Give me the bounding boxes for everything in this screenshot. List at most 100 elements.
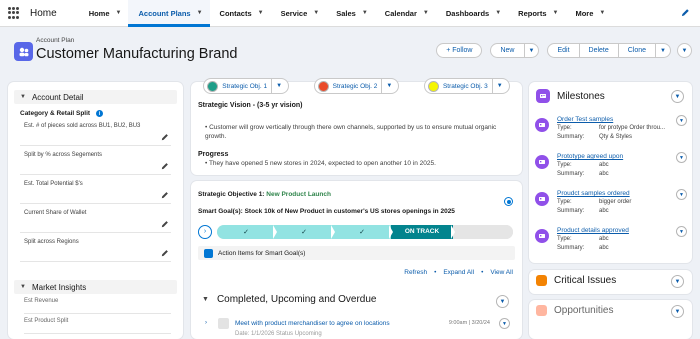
delete-button[interactable]: Delete [578,43,619,58]
type-label: Type: [557,125,572,131]
opportunities-header: Opportunities [536,305,613,316]
summary-value: abc [599,208,609,214]
chevron-right-icon[interactable]: › [205,320,207,326]
chevron-down-icon[interactable]: ▼ [493,83,507,89]
path-stage-current[interactable]: ON TRACK [391,224,455,239]
critical-issues-menu-button[interactable]: ▼ [671,275,684,288]
milestone-icon [535,155,549,169]
objective-pill-2[interactable]: Strategic Obj. 2 ▼ [313,78,400,94]
tab-label: Reports [518,8,547,18]
objective-selector: Strategic Obj. 1 ▼ Strategic Obj. 2 ▼ St… [191,78,522,96]
tab-calendar[interactable]: Calendar ▼ [375,0,436,27]
pencil-icon[interactable] [161,191,169,199]
milestone-menu-button[interactable]: ▼ [676,115,687,126]
path-stage-complete[interactable]: ✓ [275,224,335,239]
milestones-title: Milestones [557,90,605,102]
pencil-icon[interactable] [161,220,169,228]
edit-button[interactable]: Edit [547,43,580,58]
chevron-down-icon[interactable]: ▼ [599,10,605,16]
layout-menu-button[interactable]: ▼ [677,43,692,58]
path-stage-upcoming[interactable] [453,224,513,239]
opportunities-menu-button[interactable]: ▼ [671,305,684,318]
refresh-link[interactable]: Refresh [404,269,427,276]
chevron-down-icon: ▼ [674,308,681,315]
objective-pill-1[interactable]: Strategic Obj. 1 ▼ [203,78,290,94]
milestone-link[interactable]: Prototype agreed upon [557,153,623,160]
pencil-icon[interactable] [161,249,169,257]
market-insights-header[interactable]: ▼ Market Insights [14,280,177,294]
milestone-menu-button[interactable]: ▼ [676,152,687,163]
chevron-down-icon: ▼ [202,296,209,303]
chevron-down-icon[interactable]: ▼ [423,10,429,16]
chevron-down-icon[interactable]: ▼ [362,10,368,16]
expand-all-link[interactable]: Expand All [443,269,474,276]
milestone-summary-row: Summary: Qty & Styles [557,134,632,140]
milestones-menu-button[interactable]: ▼ [671,90,684,103]
milestone-type-row: Type: abc [557,162,609,168]
objective-color-dot [207,80,219,92]
chevron-down-icon: ▼ [679,191,684,198]
path-toggle-button[interactable]: › [198,224,212,239]
chevron-down-icon[interactable]: ▼ [313,10,319,16]
summary-label: Summary: [557,134,585,140]
chevron-down-icon[interactable]: ▼ [197,10,203,16]
chevron-down-icon[interactable]: ▼ [258,10,264,16]
activity-toolbar: Refresh • Expand All • View All [397,269,513,276]
tab-home[interactable]: Home ▼ [79,0,129,27]
activity-section-header[interactable]: ▼ Completed, Upcoming and Overdue [202,294,376,305]
objective-pill-3[interactable]: Strategic Obj. 3 ▼ [423,78,510,94]
opportunities-title: Opportunities [554,305,614,316]
type-value: for protype Order throu... [599,125,666,131]
chevron-down-icon[interactable]: ▼ [382,83,396,89]
action-items-header[interactable]: Action Items for Smart Goal(s) [198,246,515,260]
more-actions-button[interactable]: ▼ [655,43,671,58]
critical-issues-card: Critical Issues ▼ [529,270,692,294]
activity-filter-button[interactable]: ▼ [496,295,509,308]
new-menu-button[interactable]: ▼ [523,43,540,58]
field-pieces-sold: Est. # of pieces sold across BU1, BU2, B… [20,117,171,146]
collapse-icon: ▼ [20,94,26,100]
tab-more[interactable]: More ▼ [565,0,612,27]
milestones-header: Milestones [536,89,605,103]
tab-service[interactable]: Service ▼ [271,0,327,27]
tab-dashboards[interactable]: Dashboards ▼ [436,0,508,27]
vision-text: • Customer will grow vertically through … [205,124,497,140]
path-stage-complete[interactable]: ✓ [217,224,277,239]
pencil-icon[interactable] [161,162,169,170]
objective-title: Strategic Objective 1: New Product Launc… [198,191,331,198]
chevron-down-icon[interactable]: ▼ [553,10,559,16]
follow-button[interactable]: + Follow [436,43,483,58]
milestone-menu-button[interactable]: ▼ [676,226,687,237]
objective-path: › ✓ ✓ ✓ ON TRACK [198,223,515,240]
edit-nav-pencil-icon[interactable] [681,8,690,17]
chevron-down-icon[interactable]: ▼ [116,10,122,16]
objective-radio[interactable] [504,197,513,206]
milestone-link[interactable]: Proudct samples ordered [557,190,630,197]
tab-account-plans[interactable]: Account Plans ▼ [128,0,210,27]
separator: • [434,269,437,276]
summary-value: abc [599,171,609,177]
chevron-down-icon[interactable]: ▼ [495,10,501,16]
info-icon[interactable]: i [96,110,104,117]
tab-contacts[interactable]: Contacts ▼ [210,0,271,27]
activity-link[interactable]: Meet with product merchandiser to agree … [235,320,390,327]
tab-reports[interactable]: Reports ▼ [508,0,565,27]
new-button[interactable]: New [490,43,525,58]
clone-button[interactable]: Clone [617,43,657,58]
opportunity-icon [536,305,547,316]
milestone-link[interactable]: Product details approved [557,227,629,234]
view-all-link[interactable]: View All [490,269,513,276]
chevron-down-icon[interactable]: ▼ [272,83,286,89]
pencil-icon[interactable] [161,133,169,141]
account-detail-header[interactable]: ▼ Account Detail [14,90,177,104]
app-launcher-icon[interactable] [8,7,20,19]
milestone-icon [536,89,550,103]
objective-name[interactable]: New Product Launch [266,191,331,198]
activity-menu-button[interactable]: ▼ [499,318,510,329]
objective-label: Strategic Obj. 3 [443,78,493,94]
tab-sales[interactable]: Sales ▼ [326,0,375,27]
milestone-link[interactable]: Order Test samples [557,116,613,123]
path-stage-complete[interactable]: ✓ [333,224,393,239]
milestones-card: Milestones ▼ Order Test samples Type: for… [529,82,692,263]
milestone-menu-button[interactable]: ▼ [676,189,687,200]
